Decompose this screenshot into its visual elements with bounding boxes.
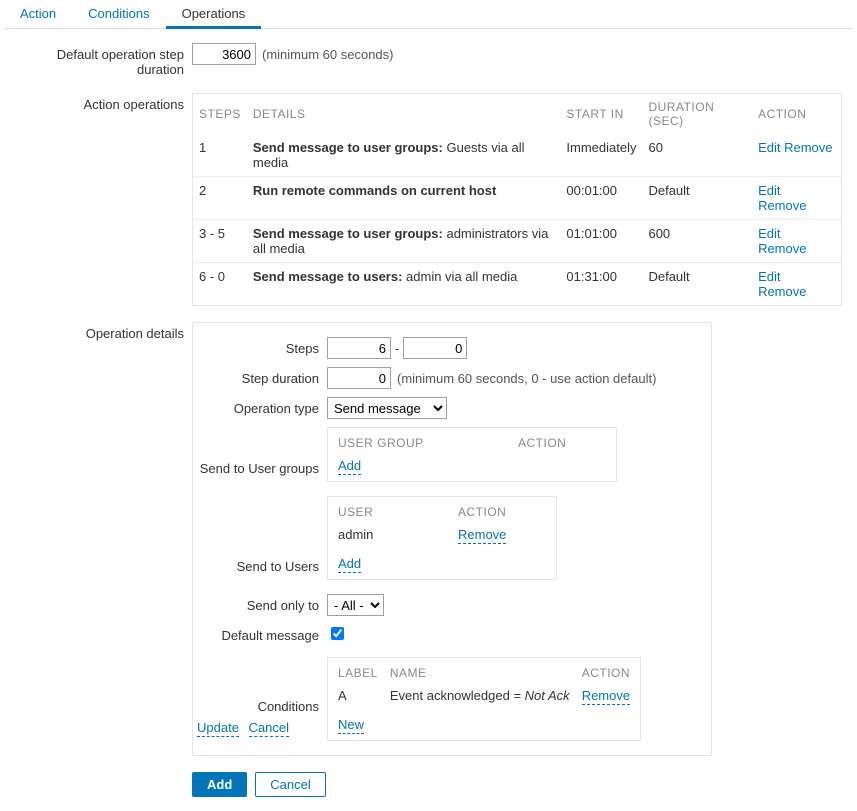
label-conditions: Conditions: [193, 699, 319, 714]
tab-action[interactable]: Action: [4, 0, 72, 28]
select-send-only-to[interactable]: - All -: [327, 594, 384, 616]
ug-col-group: USER GROUP: [332, 432, 512, 454]
checkbox-default-message[interactable]: [331, 627, 344, 640]
operation-details-panel: Steps - Step duration (minimum 60 second…: [192, 322, 712, 756]
cond-row-label: A: [332, 684, 384, 707]
op-edit-link[interactable]: Edit: [758, 140, 780, 155]
op-edit-link[interactable]: Edit: [758, 183, 780, 198]
label-action-operations: Action operations: [8, 93, 192, 112]
details-cancel-link[interactable]: Cancel: [249, 720, 289, 737]
op-actions: Edit Remove: [752, 134, 841, 177]
ops-col-details: DETAILS: [247, 94, 561, 135]
op-startin: 01:31:00: [560, 263, 642, 306]
tab-conditions[interactable]: Conditions: [72, 0, 165, 28]
op-startin: Immediately: [560, 134, 642, 177]
tabs-bar: Action Conditions Operations: [4, 0, 853, 29]
operations-table: STEPS DETAILS START IN DURATION (SEC) AC…: [192, 93, 842, 306]
users-add-link[interactable]: Add: [338, 556, 361, 573]
u-col-action: ACTION: [452, 501, 552, 523]
tab-operations[interactable]: Operations: [166, 0, 262, 29]
user-row-remove-link[interactable]: Remove: [458, 527, 506, 544]
ug-col-action: ACTION: [512, 432, 612, 454]
ops-col-action: ACTION: [752, 94, 841, 135]
op-steps: 6 - 0: [193, 263, 247, 306]
op-details: Send message to users: admin via all med…: [247, 263, 561, 306]
op-details: Send message to user groups: administrat…: [247, 220, 561, 263]
ops-col-duration: DURATION (SEC): [642, 94, 752, 135]
c-col-label: LABEL: [332, 662, 384, 684]
table-row: 6 - 0Send message to users: admin via al…: [193, 263, 842, 306]
label-send-users: Send to Users: [193, 555, 327, 580]
label-operation-details: Operation details: [8, 322, 192, 341]
table-row: 2Run remote commands on current host00:0…: [193, 177, 842, 220]
op-duration: 60: [642, 134, 752, 177]
input-step-to[interactable]: [403, 337, 467, 359]
cond-row-name: Event acknowledged = Not Ack: [384, 684, 576, 707]
op-details: Run remote commands on current host: [247, 177, 561, 220]
op-remove-link[interactable]: Remove: [758, 198, 806, 213]
table-row: 1Send message to user groups: Guests via…: [193, 134, 842, 177]
label-default-step-duration: Default operation step duration: [8, 43, 192, 77]
footer-add-button[interactable]: Add: [192, 772, 247, 797]
label-steps: Steps: [193, 337, 327, 356]
conditions-box: LABEL NAME ACTION A Event acknowledged =…: [327, 657, 641, 741]
op-startin: 00:01:00: [560, 177, 642, 220]
row-default-step-duration: Default operation step duration (minimum…: [8, 39, 849, 81]
input-step-from[interactable]: [327, 337, 391, 359]
op-remove-link[interactable]: Remove: [758, 241, 806, 256]
label-step-duration: Step duration: [193, 367, 327, 386]
input-default-step-duration[interactable]: [192, 43, 256, 65]
op-details: Send message to user groups: Guests via …: [247, 134, 561, 177]
ops-col-startin: START IN: [560, 94, 642, 135]
op-steps: 1: [193, 134, 247, 177]
conditions-new-link[interactable]: New: [338, 717, 364, 734]
op-edit-link[interactable]: Edit: [758, 226, 780, 241]
input-step-duration[interactable]: [327, 367, 391, 389]
label-send-only-to: Send only to: [193, 594, 327, 613]
op-actions: Edit Remove: [752, 263, 841, 306]
footer-cancel-button[interactable]: Cancel: [255, 772, 325, 797]
op-steps: 3 - 5: [193, 220, 247, 263]
steps-dash: -: [395, 341, 399, 356]
hint-step-duration: (minimum 60 seconds, 0 - use action defa…: [397, 371, 656, 386]
ops-col-steps: STEPS: [193, 94, 247, 135]
op-steps: 2: [193, 177, 247, 220]
user-groups-box: USER GROUP ACTION Add: [327, 427, 617, 482]
label-default-message: Default message: [193, 624, 327, 643]
op-duration: 600: [642, 220, 752, 263]
row-operation-details: Operation details Steps - Step duration: [8, 318, 849, 760]
c-col-name: NAME: [384, 662, 576, 684]
select-operation-type[interactable]: Send message: [327, 397, 447, 419]
user-groups-add-link[interactable]: Add: [338, 458, 361, 475]
op-edit-link[interactable]: Edit: [758, 269, 780, 284]
table-row: 3 - 5Send message to user groups: admini…: [193, 220, 842, 263]
op-remove-link[interactable]: Remove: [784, 140, 832, 155]
cond-row-remove-link[interactable]: Remove: [582, 688, 630, 705]
user-row-name: admin: [332, 523, 452, 546]
row-action-operations: Action operations STEPS DETAILS START IN…: [8, 89, 849, 310]
hint-default-step-duration: (minimum 60 seconds): [262, 47, 394, 62]
op-duration: Default: [642, 177, 752, 220]
op-remove-link[interactable]: Remove: [758, 284, 806, 299]
op-actions: Edit Remove: [752, 177, 841, 220]
c-col-action: ACTION: [576, 662, 636, 684]
users-box: USER ACTION admin Remove Add: [327, 496, 557, 580]
details-update-link[interactable]: Update: [197, 720, 239, 737]
op-duration: Default: [642, 263, 752, 306]
op-startin: 01:01:00: [560, 220, 642, 263]
u-col-user: USER: [332, 501, 452, 523]
label-operation-type: Operation type: [193, 397, 327, 416]
op-actions: Edit Remove: [752, 220, 841, 263]
label-send-user-groups: Send to User groups: [193, 457, 327, 482]
